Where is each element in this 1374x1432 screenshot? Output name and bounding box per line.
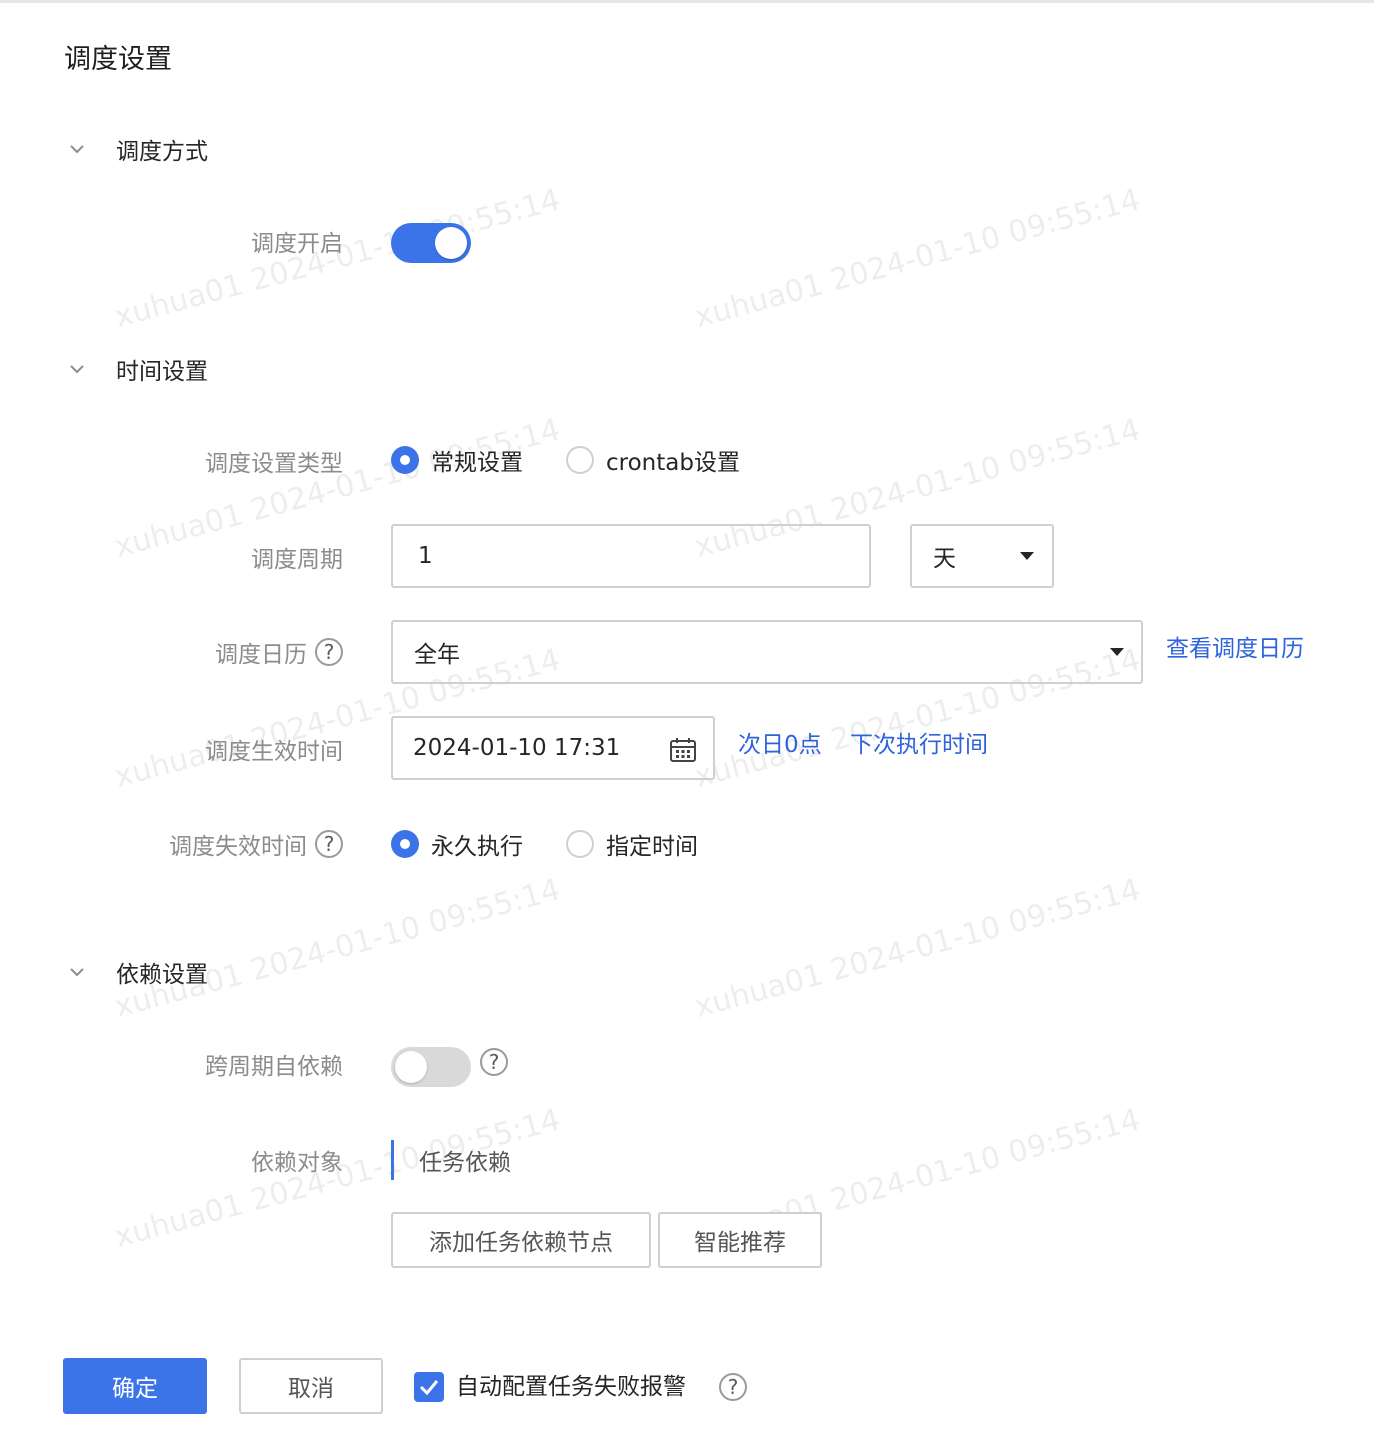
- effective-time-picker[interactable]: 2024-01-10 17:31: [391, 716, 715, 780]
- section-title: 时间设置: [116, 359, 208, 385]
- calendar-value: 全年: [414, 642, 460, 668]
- period-unit-value: 天: [933, 546, 956, 572]
- caret-down-icon: [1020, 552, 1034, 560]
- top-divider: [0, 0, 1374, 3]
- section-title: 调度方式: [116, 139, 208, 165]
- view-calendar-link[interactable]: 查看调度日历: [1166, 631, 1304, 667]
- help-icon[interactable]: ?: [315, 830, 343, 858]
- caret-down-icon: [1110, 648, 1124, 656]
- radio-label: 常规设置: [431, 450, 523, 476]
- section-header-schedule-mode[interactable]: 调度方式: [66, 131, 208, 167]
- radio-label: 永久执行: [431, 834, 523, 860]
- watermark: xuhua01 2024-01-10 09:55:14: [690, 182, 1144, 335]
- watermark: xuhua01 2024-01-10 09:55:14: [110, 872, 564, 1025]
- section-header-time[interactable]: 时间设置: [66, 351, 208, 387]
- period-unit-select[interactable]: 天: [910, 524, 1054, 588]
- radio-specified-time[interactable]: 指定时间: [566, 826, 698, 862]
- chevron-down-icon: [70, 145, 84, 154]
- smart-recommend-button[interactable]: 智能推荐: [658, 1212, 822, 1268]
- section-header-dependency[interactable]: 依赖设置: [66, 954, 208, 990]
- chevron-down-icon: [70, 968, 84, 977]
- tab-task-dependency[interactable]: 任务依赖: [391, 1140, 511, 1180]
- help-icon[interactable]: ?: [480, 1048, 508, 1076]
- radio-unchecked-icon: [566, 830, 594, 858]
- help-icon[interactable]: ?: [315, 638, 343, 666]
- cancel-button[interactable]: 取消: [239, 1358, 383, 1414]
- expire-time-label: 调度失效时间 ?: [169, 824, 343, 864]
- calendar-icon: [670, 738, 696, 762]
- switch-knob: [395, 1051, 427, 1083]
- period-value-input[interactable]: 1: [391, 524, 871, 588]
- calendar-select[interactable]: 全年: [391, 620, 1143, 684]
- radio-checked-icon: [391, 446, 419, 474]
- switch-knob: [435, 227, 467, 259]
- effective-time-value: 2024-01-10 17:31: [413, 735, 621, 761]
- effective-time-label: 调度生效时间: [205, 739, 343, 765]
- radio-checked-icon: [391, 830, 419, 858]
- section-title: 依赖设置: [116, 962, 208, 988]
- radio-label: 指定时间: [606, 834, 698, 860]
- self-dependency-label: 跨周期自依赖: [205, 1054, 343, 1080]
- radio-crontab-setting[interactable]: crontab设置: [566, 442, 740, 478]
- auto-alarm-checkbox[interactable]: [414, 1372, 444, 1402]
- schedule-type-label: 调度设置类型: [205, 451, 343, 477]
- help-icon[interactable]: ?: [719, 1373, 747, 1401]
- check-icon: [419, 1380, 439, 1396]
- self-dependency-switch[interactable]: [391, 1047, 471, 1087]
- schedule-calendar-label: 调度日历 ?: [215, 632, 343, 672]
- next-day-zero-link[interactable]: 次日0点: [738, 727, 822, 763]
- schedule-enable-label: 调度开启: [251, 231, 343, 257]
- radio-permanent[interactable]: 永久执行: [391, 826, 523, 862]
- watermark: xuhua01 2024-01-10 09:55:14: [690, 872, 1144, 1025]
- add-task-dependency-button[interactable]: 添加任务依赖节点: [391, 1212, 651, 1268]
- schedule-enable-switch[interactable]: [391, 223, 471, 263]
- next-run-time-link[interactable]: 下次执行时间: [850, 727, 988, 763]
- period-value: 1: [418, 543, 433, 569]
- schedule-period-label: 调度周期: [251, 547, 343, 573]
- radio-unchecked-icon: [566, 446, 594, 474]
- radio-regular-setting[interactable]: 常规设置: [391, 442, 523, 478]
- auto-alarm-label: 自动配置任务失败报警: [456, 1374, 686, 1400]
- dependency-object-label: 依赖对象: [251, 1150, 343, 1176]
- page-title: 调度设置: [64, 44, 172, 75]
- radio-label: crontab设置: [606, 450, 740, 476]
- confirm-button[interactable]: 确定: [63, 1358, 207, 1414]
- chevron-down-icon: [70, 365, 84, 374]
